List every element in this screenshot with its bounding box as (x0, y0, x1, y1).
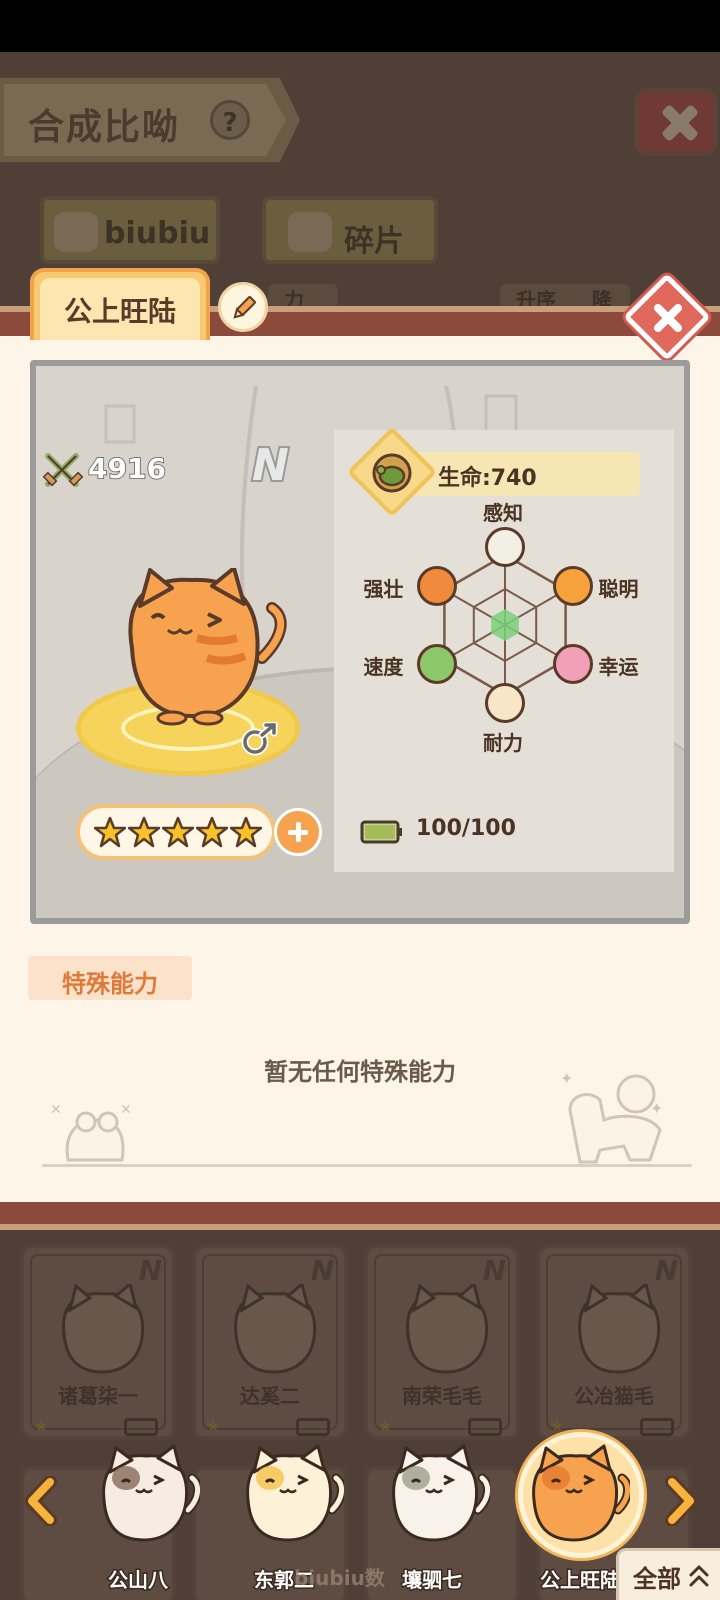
chevron-right-icon[interactable] (664, 1476, 700, 1526)
carousel-cat-item[interactable] (526, 1444, 632, 1548)
crossed-swords-icon (42, 453, 84, 487)
svg-text:✦: ✦ (650, 1099, 663, 1118)
tab-biubiu[interactable]: biubiu (40, 196, 220, 264)
carousel-cat-item[interactable] (386, 1444, 492, 1548)
tab-biubiu-label: biubiu (104, 216, 211, 251)
special-ability-tag: 特殊能力 (28, 956, 192, 1000)
power-value: 4916 (87, 451, 166, 486)
svg-text:✦: ✦ (560, 1070, 573, 1088)
collection-card-name: 公冶猫毛 (574, 1384, 654, 1408)
cat-portrait (246, 1444, 346, 1542)
cat-portrait (234, 1284, 317, 1374)
horse-icon (552, 644, 593, 684)
hp-value: 生命:740 (438, 466, 537, 491)
collection-card[interactable]: N 南荣毛毛 ★ (364, 1244, 520, 1440)
rename-button[interactable] (218, 282, 268, 332)
rarity-badge: N (250, 438, 291, 493)
rarity-badge: N (482, 1254, 506, 1287)
close-icon (654, 304, 682, 332)
cat-portrait (532, 1444, 632, 1542)
attribute-label: 耐力 (483, 731, 523, 755)
ox-icon (485, 683, 525, 723)
collection-card-name: 达奚二 (240, 1384, 300, 1408)
tab-fragments-label: 碎片 (344, 224, 404, 259)
carousel-cat-name: 壤驷七 (401, 1567, 464, 1594)
dinosaur-decoration: ✦ ✦ (560, 1070, 663, 1164)
attribute-label: 聪明 (598, 577, 639, 601)
svg-text:✕: ✕ (120, 1102, 132, 1118)
star-icon (196, 816, 228, 848)
pencil-icon (233, 296, 256, 319)
filter-button[interactable]: 力 (268, 284, 338, 312)
svg-text:✕: ✕ (50, 1102, 62, 1118)
star-icon (230, 816, 262, 848)
cat-portrait (128, 568, 287, 726)
star-icon (94, 816, 126, 848)
tab-fragments[interactable]: 碎片 (262, 196, 438, 264)
collection-card[interactable]: N 诸葛柒一 ★ (20, 1244, 176, 1440)
attribute-label: 感知 (483, 501, 523, 525)
carousel-cat-item[interactable] (240, 1444, 346, 1548)
show-all-button[interactable]: 全部 (616, 1548, 720, 1600)
star-icon: ★ (206, 1416, 221, 1435)
collection-card-name: 诸葛柒一 (58, 1384, 138, 1408)
special-ability-title: 特殊能力 (62, 970, 158, 998)
upgrade-star-button[interactable] (274, 808, 322, 856)
modal-bottom-border (0, 1202, 720, 1230)
carousel-cat-name: 公上旺陆 (539, 1567, 622, 1594)
double-chevron-up-icon (689, 1565, 709, 1587)
rarity-badge: N (654, 1254, 678, 1287)
power-stat: 4916 (42, 450, 167, 490)
battery-icon (640, 1418, 674, 1436)
cat-name: 公上旺陆 (63, 295, 176, 328)
page-title: 合成比呦 (28, 107, 181, 148)
puzzle-icon (288, 212, 332, 252)
rarity-badge: N (310, 1254, 334, 1287)
help-button[interactable]: ? (210, 100, 250, 140)
cat-icon (54, 212, 98, 252)
star-icon (128, 816, 160, 848)
show-all-label: 全部 (633, 1565, 681, 1593)
attribute-label: 速度 (363, 655, 404, 679)
collection-card[interactable]: N 公冶猫毛 ★ (536, 1244, 692, 1440)
sort-button[interactable]: 升序 降 (500, 284, 630, 312)
carousel-cat-item[interactable] (96, 1444, 202, 1548)
battery-icon (124, 1418, 158, 1436)
turtle-icon (372, 453, 412, 493)
cat-name-tab: 公上旺陆 (30, 268, 210, 340)
rarity-badge: N (138, 1254, 162, 1287)
ground-line (42, 1164, 692, 1167)
star-icon: ★ (34, 1416, 49, 1435)
star-icon: ★ (378, 1416, 393, 1435)
stars-row (94, 816, 262, 848)
frog-decoration: ✕ ✕ (50, 1102, 132, 1162)
cat-portrait (102, 1444, 202, 1542)
monkey-icon (552, 566, 593, 606)
star-rating (76, 804, 276, 860)
carousel-cat-name: 公山八 (107, 1567, 170, 1594)
collection-card[interactable]: N 达奚二 ★ (192, 1244, 348, 1440)
star-icon: ★ (550, 1416, 565, 1435)
screen-close-button[interactable] (634, 88, 718, 156)
eagle-icon (485, 527, 525, 567)
cat-portrait (578, 1284, 661, 1374)
cat-portrait (392, 1444, 492, 1542)
collection-card-name: 南荣毛毛 (402, 1384, 482, 1408)
battery-icon (296, 1418, 330, 1436)
chevron-left-icon[interactable] (22, 1476, 58, 1526)
attribute-label: 强壮 (363, 577, 404, 601)
cat-portrait (62, 1284, 145, 1374)
male-icon (241, 722, 278, 756)
cat-portrait (406, 1284, 489, 1374)
attribute-label: 幸运 (598, 655, 639, 679)
stamina-value: 100/100 (416, 816, 516, 841)
battery-icon (360, 820, 402, 844)
watermark: biubiu数 (294, 1566, 385, 1590)
star-icon (162, 816, 194, 848)
battery-icon (468, 1418, 502, 1436)
